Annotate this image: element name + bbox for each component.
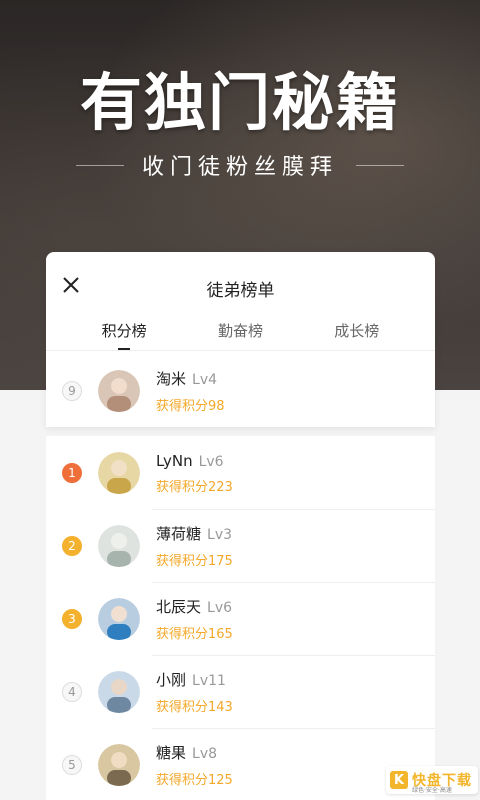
- user-info: 薄荷糖 Lv3 获得积分175: [156, 523, 233, 569]
- watermark-logo: K 快盘下载 绿色·安全·高速: [386, 766, 478, 794]
- user-info: LyNn Lv6 获得积分223: [156, 452, 233, 495]
- user-name: 糖果: [156, 744, 187, 762]
- divider: [152, 509, 435, 510]
- user-name: 北辰天: [156, 598, 202, 616]
- rank-badge: 1: [62, 463, 82, 483]
- rank-badge: 9: [62, 381, 82, 401]
- list-item[interactable]: 5 糖果 Lv8 获得积分125: [62, 730, 233, 800]
- user-name: LyNn: [156, 451, 193, 470]
- user-level: Lv6: [198, 453, 224, 470]
- user-info: 小刚 Lv11 获得积分143: [156, 669, 233, 715]
- avatar[interactable]: [98, 525, 140, 567]
- user-level: Lv11: [192, 673, 226, 689]
- list-item[interactable]: 2 薄荷糖 Lv3 获得积分175: [62, 511, 233, 581]
- divider: [152, 655, 435, 656]
- user-name: 淘米: [156, 370, 187, 388]
- logo-icon: K: [390, 771, 408, 789]
- hero-title: 有独门秘籍: [79, 66, 400, 139]
- tab-growth[interactable]: 成长榜: [307, 320, 407, 350]
- user-points: 获得积分223: [156, 479, 233, 495]
- user-points: 获得积分175: [156, 554, 233, 569]
- user-name: 小刚: [156, 671, 187, 689]
- rank-badge: 5: [62, 755, 82, 775]
- avatar[interactable]: [98, 671, 140, 713]
- user-points: 获得积分165: [156, 627, 233, 642]
- avatar[interactable]: [98, 744, 140, 786]
- logo-tagline: 绿色·安全·高速: [412, 787, 452, 794]
- avatar[interactable]: [98, 370, 140, 412]
- divider: [152, 728, 435, 729]
- user-points: 获得积分125: [156, 773, 233, 788]
- user-level: Lv6: [207, 600, 233, 616]
- user-level: Lv4: [192, 372, 218, 388]
- tab-bar: 积分榜 勤奋榜 成长榜: [46, 320, 435, 350]
- user-info: 淘米 Lv4 获得积分98: [156, 368, 225, 414]
- user-points: 获得积分98: [156, 399, 225, 414]
- avatar[interactable]: [98, 452, 140, 494]
- user-level: Lv8: [192, 746, 218, 762]
- divider: [46, 350, 435, 351]
- hero-subtitle: 收门徒粉丝膜拜: [141, 155, 338, 180]
- tab-diligence[interactable]: 勤奋榜: [190, 320, 290, 350]
- avatar[interactable]: [98, 598, 140, 640]
- user-level: Lv3: [207, 527, 233, 543]
- hero-subtitle-row: 收门徒粉丝膜拜: [0, 150, 480, 180]
- subtitle-line-left: [75, 164, 124, 166]
- divider: [152, 582, 435, 583]
- list-item[interactable]: 4 小刚 Lv11 获得积分143: [62, 657, 233, 727]
- self-rank-row[interactable]: 9 淘米 Lv4 获得积分98: [62, 356, 225, 426]
- rank-badge: 4: [62, 682, 82, 702]
- list-item[interactable]: 3 北辰天 Lv6 获得积分165: [62, 584, 233, 654]
- card-header: 徒弟榜单: [46, 252, 435, 322]
- user-points: 获得积分143: [156, 700, 233, 715]
- subtitle-line-right: [356, 164, 404, 166]
- card-title: 徒弟榜单: [206, 281, 275, 301]
- list-item[interactable]: 1 LyNn Lv6 获得积分223: [62, 438, 233, 508]
- user-info: 糖果 Lv8 获得积分125: [156, 742, 233, 788]
- user-info: 北辰天 Lv6 获得积分165: [156, 596, 233, 642]
- rank-badge: 2: [62, 536, 82, 556]
- user-name: 薄荷糖: [156, 525, 202, 543]
- rank-badge: 3: [62, 609, 82, 629]
- tab-points[interactable]: 积分榜: [74, 320, 174, 350]
